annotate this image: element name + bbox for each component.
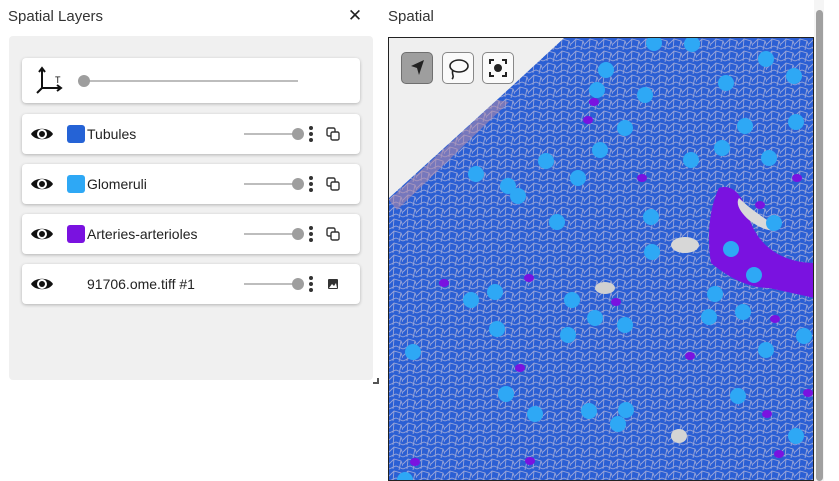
layer-card-arteries: Arteries-arterioles [22,214,360,254]
more-vert-icon[interactable] [308,174,314,194]
spatial-layers-panel: Spatial Layers ✕ T Tubules Glomeruli Art… [0,0,379,481]
more-vert-icon[interactable] [308,224,314,244]
panel-title: Spatial Layers [8,8,104,25]
spatial-viewer-canvas[interactable] [388,37,814,481]
opacity-slider[interactable] [244,226,306,242]
layer-name: 91706.ome.tiff #1 [87,276,195,292]
layers-icon [326,177,340,191]
layer-card-image: 91706.ome.tiff #1 [22,264,360,304]
layer-card-glomeruli: Glomeruli [22,164,360,204]
panel-title: Spatial [388,8,434,25]
axes-3d-icon: T [36,66,63,94]
layer-name: Glomeruli [87,176,147,192]
eye-icon[interactable] [30,275,54,293]
layers-icon [326,227,340,241]
time-slider-thumb[interactable] [78,75,90,87]
opacity-slider[interactable] [244,276,306,292]
layer-card-tubules: Tubules [22,114,360,154]
eye-icon[interactable] [30,175,54,193]
focus-center-icon [489,59,507,77]
lasso-tool-button[interactable] [442,52,474,84]
image-icon [328,279,338,289]
opacity-slider[interactable] [244,176,306,192]
resize-handle[interactable] [373,378,379,384]
scrollbar-thumb[interactable] [816,10,823,481]
svg-text:T: T [55,75,61,85]
layer-name: Arteries-arterioles [87,226,198,242]
layers-list: T Tubules Glomeruli Arteries-arterioles … [9,36,373,380]
tissue-image[interactable] [389,38,814,481]
navigation-arrow-icon [411,60,424,75]
eye-icon[interactable] [30,125,54,143]
color-swatch[interactable] [67,125,85,143]
layer-name: Tubules [87,126,137,142]
time-slider-track[interactable] [84,80,298,82]
color-swatch[interactable] [67,225,85,243]
more-vert-icon[interactable] [308,274,314,294]
eye-icon[interactable] [30,225,54,243]
axes-control-card: T [22,58,360,103]
pointer-tool-button[interactable] [401,52,433,84]
recenter-tool-button[interactable] [482,52,514,84]
lasso-icon [449,59,469,80]
panel-header: Spatial Layers ✕ [8,6,368,28]
layers-icon [326,127,340,141]
spatial-view-panel: Spatial [383,0,839,481]
close-button[interactable]: ✕ [346,6,364,26]
opacity-slider[interactable] [244,126,306,142]
color-swatch[interactable] [67,175,85,193]
more-vert-icon[interactable] [308,124,314,144]
